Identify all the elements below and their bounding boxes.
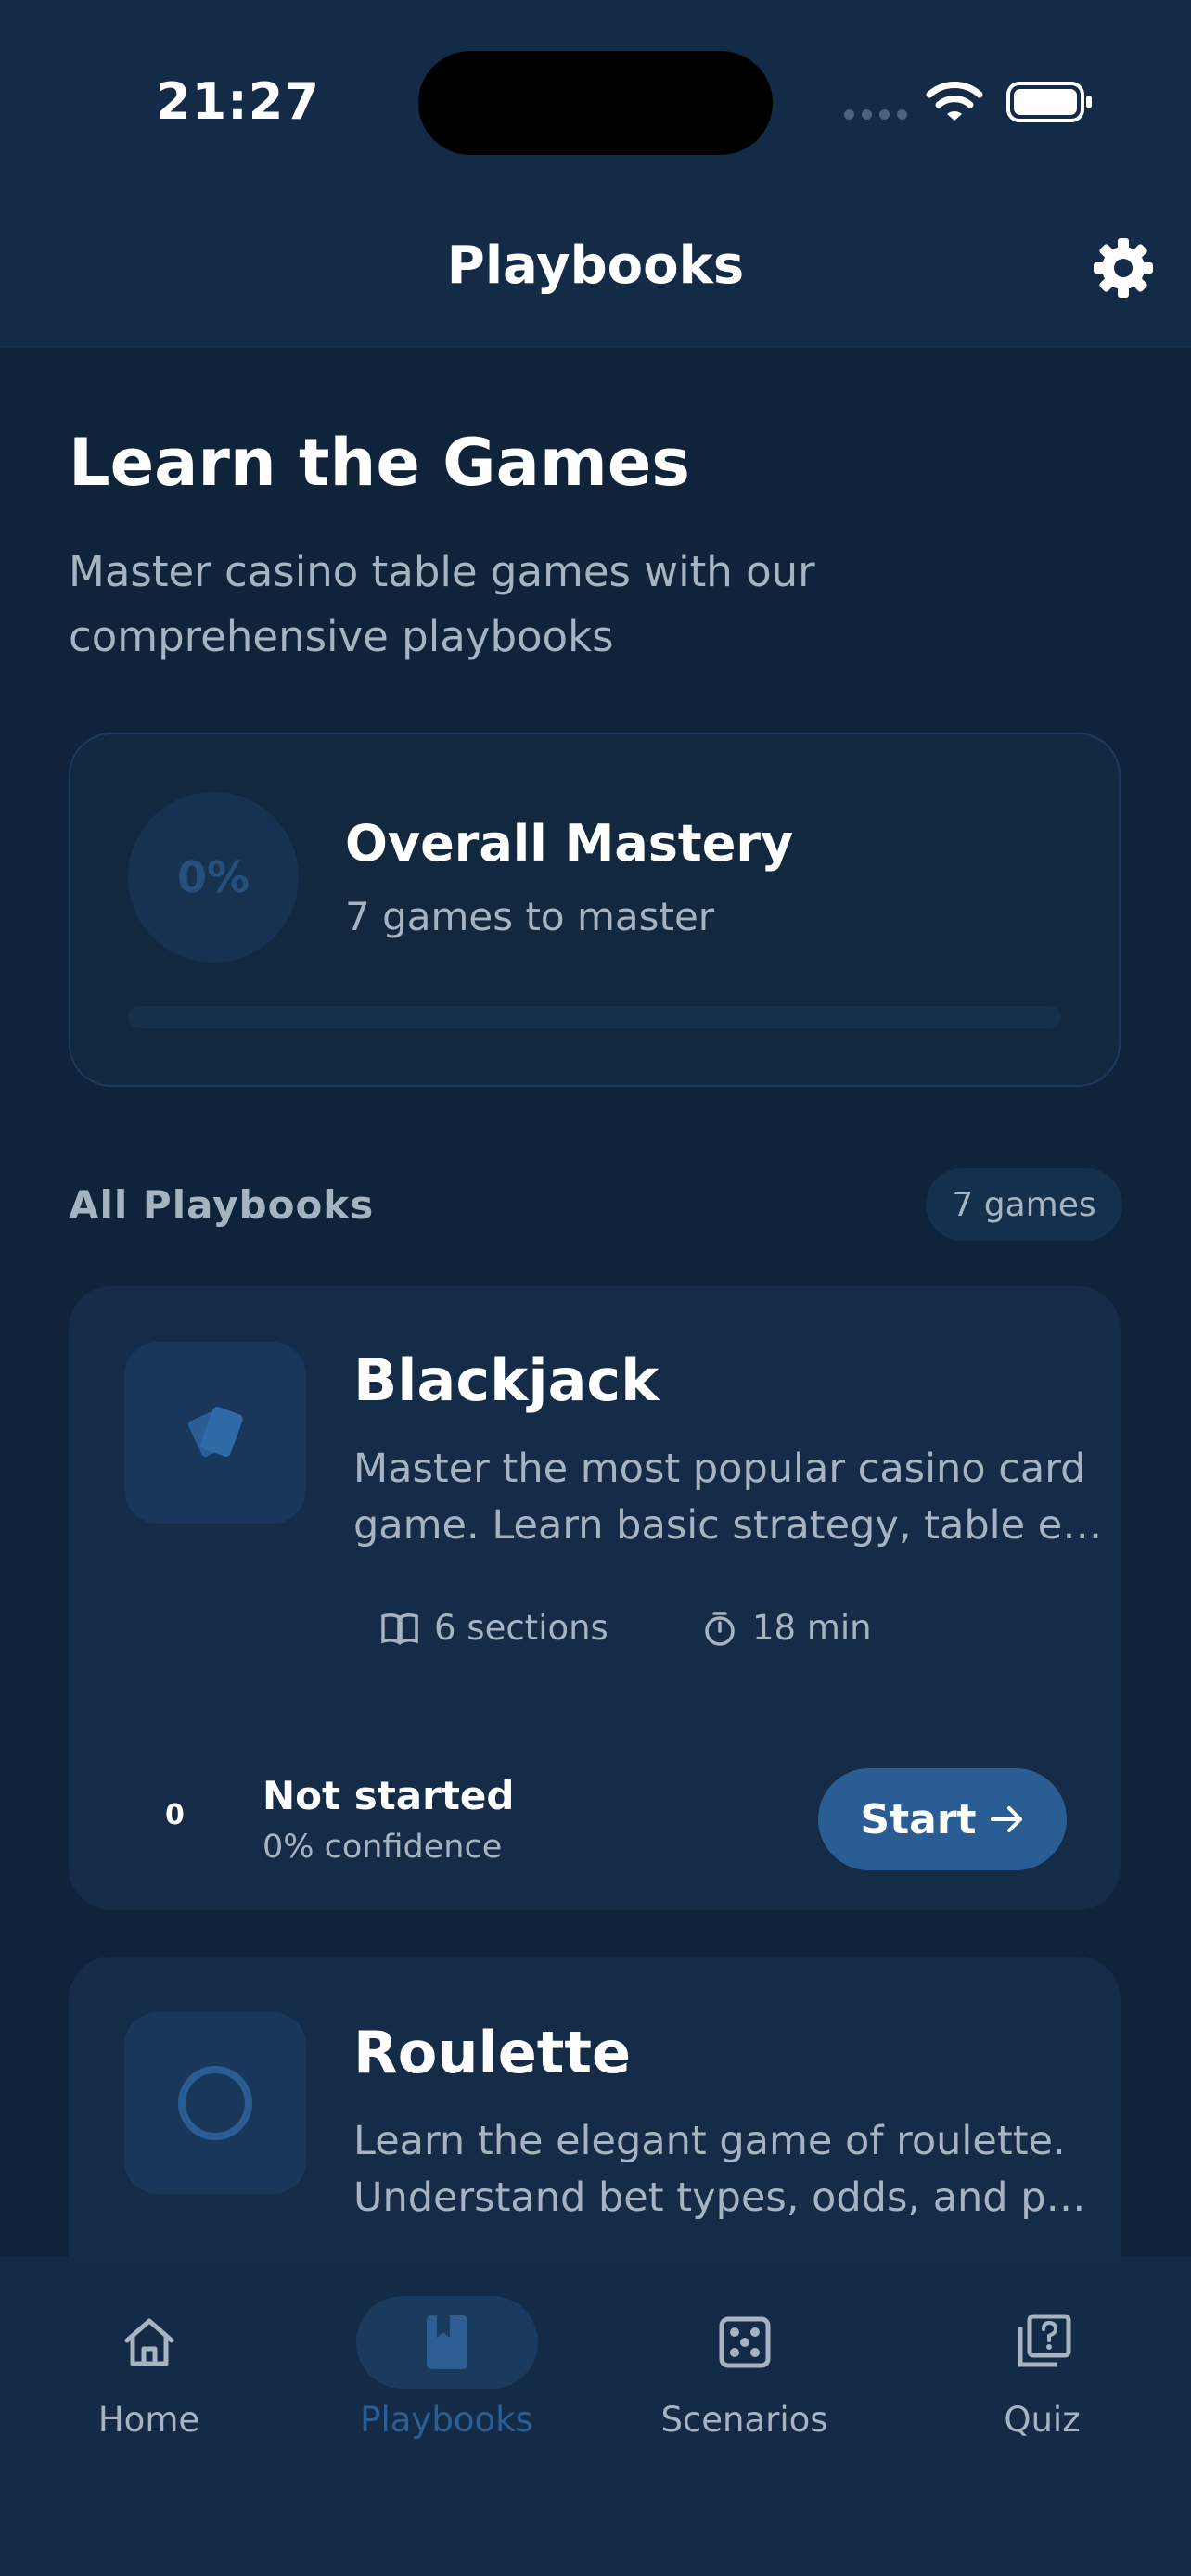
home-icon	[124, 2318, 173, 2366]
section-label: All Playbooks	[69, 1182, 375, 1228]
duration-meta: 18 min	[702, 1608, 872, 1648]
playbook-status: Not started	[263, 1773, 515, 1818]
hero-subtitle: Master casino table games with our compr…	[69, 547, 815, 661]
playbook-description: Learn the elegant game of roulette. Unde…	[353, 2118, 1086, 2221]
quiz-icon	[1018, 2314, 1070, 2367]
playbook-description: Master the most popular casino card game…	[353, 1446, 1103, 1549]
tab-playbooks[interactable]: Playbooks	[298, 2296, 596, 2440]
tab-home[interactable]: Home	[0, 2296, 298, 2440]
sections-meta: 6 sections	[380, 1608, 608, 1648]
mastery-subtitle: 7 games to master	[345, 894, 715, 939]
mastery-progress-track	[128, 1006, 1061, 1028]
dice-icon	[719, 2316, 770, 2368]
battery-icon	[1006, 82, 1092, 122]
timer-icon	[705, 1611, 735, 1646]
tab-scenarios-label: Scenarios	[660, 2400, 828, 2440]
roulette-circle-icon	[124, 2012, 306, 2194]
status-time: 21:27	[156, 72, 320, 131]
wifi-icon	[926, 82, 983, 121]
hero-title: Learn the Games	[69, 425, 690, 501]
cards-icon	[124, 1342, 306, 1524]
duration: 18 min	[752, 1608, 872, 1648]
book-icon	[426, 2315, 467, 2369]
settings-gear-icon[interactable]	[1091, 236, 1156, 300]
tab-quiz-label: Quiz	[1004, 2400, 1081, 2440]
book-open-icon	[381, 1613, 418, 1645]
sections-count: 6 sections	[434, 1608, 608, 1648]
tab-home-label: Home	[97, 2400, 200, 2440]
mastery-title: Overall Mastery	[345, 814, 794, 873]
confidence-label: 0% confidence	[263, 1829, 503, 1866]
dynamic-island	[418, 51, 773, 155]
start-button-label: Start	[860, 1795, 977, 1843]
mastery-percent: 0%	[128, 792, 299, 963]
tab-quiz[interactable]: Quiz	[893, 2296, 1191, 2440]
start-button[interactable]: Start	[818, 1768, 1067, 1870]
arrow-right-icon	[990, 1806, 1022, 1832]
progress-count: 0	[165, 1799, 185, 1831]
playbook-title: Blackjack	[353, 1346, 660, 1414]
page-title: Playbooks	[446, 236, 745, 296]
tab-scenarios[interactable]: Scenarios	[596, 2296, 893, 2440]
games-count-badge: 7 games	[926, 1168, 1122, 1241]
playbook-title: Roulette	[353, 2019, 632, 2086]
cellular-signal-icon	[844, 109, 907, 120]
tab-playbooks-label: Playbooks	[360, 2400, 533, 2440]
